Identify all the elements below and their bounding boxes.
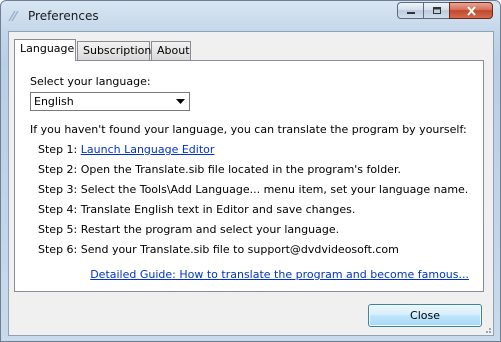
translate-intro-text: If you haven't found your language, you …	[30, 123, 467, 136]
step-3: Step 3: Select the Tools\Add Language...…	[38, 183, 469, 196]
step-5: Step 5: Restart the program and select y…	[38, 223, 340, 236]
minimize-button[interactable]	[397, 2, 423, 19]
language-select[interactable]: English	[30, 92, 190, 111]
close-window-button[interactable]	[449, 2, 493, 19]
app-icon	[8, 10, 19, 22]
step-1: Step 1: Launch Language Editor	[38, 143, 214, 156]
detailed-guide-link[interactable]: Detailed Guide: How to translate the pro…	[90, 268, 469, 281]
launch-language-editor-link[interactable]: Launch Language Editor	[81, 143, 215, 156]
select-language-label: Select your language:	[30, 75, 151, 88]
preferences-window: Preferences Language Subscription About …	[0, 0, 501, 342]
minimize-icon	[406, 11, 415, 14]
caption-buttons	[397, 2, 493, 20]
chevron-down-icon[interactable]	[173, 94, 188, 109]
close-button[interactable]: Close	[368, 304, 482, 327]
tab-language[interactable]: Language	[14, 39, 76, 61]
step-4: Step 4: Translate English text in Editor…	[38, 203, 356, 216]
maximize-button[interactable]	[423, 2, 449, 19]
tab-subscription[interactable]: Subscription	[77, 41, 151, 60]
close-icon	[466, 5, 476, 16]
step-1-prefix: Step 1:	[38, 143, 81, 156]
language-tab-panel: Select your language: English If you hav…	[14, 60, 484, 292]
language-select-value: English	[34, 95, 74, 108]
step-2: Step 2: Open the Translate.sib file loca…	[38, 163, 401, 176]
maximize-icon	[432, 7, 441, 14]
title-bar[interactable]: Preferences	[1, 1, 500, 31]
resize-grip-icon[interactable]	[482, 324, 492, 334]
dialog-client-area: Language Subscription About Select your …	[8, 31, 494, 336]
window-title: Preferences	[28, 9, 99, 23]
step-6: Step 6: Send your Translate.sib file to …	[38, 243, 399, 256]
tab-about[interactable]: About	[151, 41, 191, 60]
